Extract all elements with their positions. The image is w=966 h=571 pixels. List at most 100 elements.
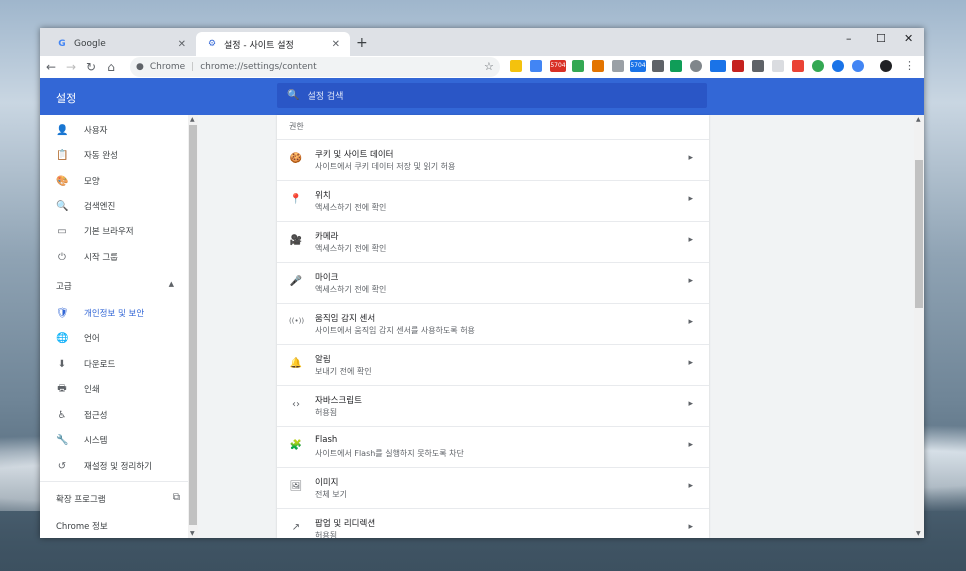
permission-row-popups[interactable]: ↗ 팝업 및 리디렉션 허용됨 ▸	[277, 508, 709, 538]
sidebar-advanced-toggle[interactable]: 고급 ▲	[56, 280, 174, 292]
home-button[interactable]: ⌂	[102, 60, 120, 74]
main-scrollbar[interactable]: ▲ ▼	[914, 115, 924, 538]
chrome-menu-icon[interactable]: ⋮	[904, 59, 915, 72]
url-text: chrome://settings/content	[200, 62, 317, 72]
sidebar-item-label: 다운로드	[84, 360, 116, 370]
row-subtitle: 보내기 전에 확인	[315, 367, 372, 376]
scroll-up-arrow-icon[interactable]: ▲	[916, 116, 921, 123]
sidebar-item-privacy[interactable]: 🛡 개인정보 및 보안	[40, 302, 188, 324]
sidebar-item-label: 자동 완성	[84, 151, 118, 161]
sidebar-item-printing[interactable]: 🖶 인쇄	[40, 378, 188, 400]
row-title: 마이크	[315, 273, 339, 283]
popup-icon: ↗	[291, 522, 301, 533]
permission-row-notifications[interactable]: 🔔 알림 보내기 전에 확인 ▸	[277, 344, 709, 385]
sidebar-extensions-link[interactable]: 확장 프로그램 ⧉	[56, 492, 180, 505]
person-icon: 👤	[56, 124, 69, 136]
sidebar-item-default-browser[interactable]: ▭ 기본 브라우저	[40, 220, 188, 242]
extension-edit-icon[interactable]	[752, 60, 764, 72]
extension-notes-icon[interactable]	[510, 60, 522, 72]
camera-icon: 🎥	[289, 235, 303, 246]
sidebar-item-autofill[interactable]: 📋 자동 완성	[40, 144, 188, 166]
extension-translate-icon[interactable]	[530, 60, 542, 72]
permission-row-location[interactable]: 📍 위치 액세스하기 전에 확인 ▸	[277, 180, 709, 221]
permission-row-motion-sensors[interactable]: ((•)) 움직임 감지 센서 사이트에서 움직임 감지 센서를 사용하도록 허…	[277, 303, 709, 344]
close-window-button[interactable]: ✕	[904, 32, 913, 45]
extension-gmail-icon[interactable]: 5704	[550, 60, 566, 72]
power-icon: ⏻	[58, 251, 66, 263]
sidebar-item-people[interactable]: 👤 사용자	[40, 119, 188, 141]
address-bar[interactable]: ● Chrome | chrome://settings/content	[130, 57, 500, 77]
sidebar-item-label: 재설정 및 정리하기	[84, 462, 152, 472]
omnibox-separator: |	[191, 62, 195, 72]
extension-green-icon[interactable]	[572, 60, 584, 72]
close-tab-icon[interactable]: ✕	[332, 39, 340, 50]
row-subtitle: 사이트에서 Flash를 실행하지 못하도록 차단	[315, 449, 464, 458]
tab-google[interactable]: G Google ✕	[46, 32, 196, 56]
permission-row-images[interactable]: 🖼 이미지 전체 보기 ▸	[277, 467, 709, 508]
back-button[interactable]: ←	[42, 60, 60, 74]
search-icon: 🔍	[287, 90, 300, 101]
permission-row-flash[interactable]: 🧩 Flash 사이트에서 Flash를 실행하지 못하도록 차단 ▸	[277, 426, 709, 467]
extension-cursor-icon[interactable]	[772, 60, 784, 72]
extension-circle-icon[interactable]	[690, 60, 702, 72]
sidebar-item-label: 접근성	[84, 411, 108, 421]
minimize-button[interactable]: –	[846, 32, 852, 45]
settings-search-input[interactable]: 🔍 설정 검색	[277, 83, 707, 108]
sidebar-item-label: 시작 그룹	[84, 253, 118, 263]
palette-icon: 🎨	[56, 175, 69, 187]
permission-row-cookies[interactable]: 🍪 쿠키 및 사이트 데이터 사이트에서 쿠키 데이터 저장 및 읽기 허용 ▸	[277, 139, 709, 180]
scroll-down-arrow-icon[interactable]: ▼	[190, 530, 195, 537]
sidebar-item-label: 검색엔진	[84, 202, 116, 212]
main-scroll-thumb[interactable]	[915, 160, 923, 308]
extension-red-icon[interactable]	[792, 60, 804, 72]
settings-sidebar: 👤 사용자 📋 자동 완성 🎨 모양 🔍 검색엔진 ▭ 기본 브라우저 ⏻ 시작…	[40, 115, 188, 538]
forward-button[interactable]: →	[62, 60, 80, 74]
permissions-section-label: 권한	[289, 122, 304, 131]
extension-dark-icon[interactable]	[652, 60, 664, 72]
open-in-new-icon: ⧉	[172, 492, 180, 503]
sidebar-item-appearance[interactable]: 🎨 모양	[40, 170, 188, 192]
chevron-right-icon: ▸	[688, 481, 693, 491]
site-settings-card: 권한 🍪 쿠키 및 사이트 데이터 사이트에서 쿠키 데이터 저장 및 읽기 허…	[277, 115, 709, 538]
extension-mail-count-icon[interactable]: 5704	[630, 60, 646, 72]
sidebar-scrollbar[interactable]: ▲ ▼	[188, 115, 198, 538]
extension-play-icon[interactable]	[732, 60, 744, 72]
sidebar-item-system[interactable]: 🔧 시스템	[40, 429, 188, 451]
sidebar-about-chrome[interactable]: Chrome 정보	[56, 520, 108, 532]
site-chip: Chrome	[149, 62, 186, 72]
extension-new-icon[interactable]	[710, 60, 726, 72]
row-subtitle: 사이트에서 움직임 감지 센서를 사용하도록 허용	[315, 326, 475, 335]
permission-row-microphone[interactable]: 🎤 마이크 액세스하기 전에 확인 ▸	[277, 262, 709, 303]
reload-button[interactable]: ↻	[82, 60, 100, 74]
extension-grey-icon[interactable]	[612, 60, 624, 72]
tab-settings[interactable]: ⚙ 설정 - 사이트 설정 ✕	[196, 32, 350, 56]
scroll-down-arrow-icon[interactable]: ▼	[916, 530, 921, 537]
sidebar-item-accessibility[interactable]: ♿ 접근성	[40, 404, 188, 426]
sidebar-item-label: 모양	[84, 177, 100, 187]
extension-cc-icon[interactable]	[852, 60, 864, 72]
search-placeholder: 설정 검색	[307, 92, 344, 102]
bookmark-star-icon[interactable]: ☆	[484, 60, 494, 73]
cookie-icon: 🍪	[289, 153, 303, 164]
sidebar-item-search-engine[interactable]: 🔍 검색엔진	[40, 195, 188, 217]
permission-row-camera[interactable]: 🎥 카메라 액세스하기 전에 확인 ▸	[277, 221, 709, 262]
extension-orange-icon[interactable]	[592, 60, 604, 72]
scroll-up-arrow-icon[interactable]: ▲	[190, 116, 195, 123]
new-tab-button[interactable]: +	[356, 35, 368, 51]
extension-evernote-icon[interactable]	[670, 60, 682, 72]
sidebar-item-downloads[interactable]: ⬇ 다운로드	[40, 353, 188, 375]
extension-green-circle-icon[interactable]	[812, 60, 824, 72]
profile-avatar[interactable]	[880, 60, 892, 72]
sidebar-item-on-startup[interactable]: ⏻ 시작 그룹	[40, 246, 188, 268]
sidebar-item-reset[interactable]: ↺ 재설정 및 정리하기	[40, 455, 188, 477]
sidebar-item-languages[interactable]: 🌐 언어	[40, 327, 188, 349]
globe-icon: 🌐	[56, 332, 69, 344]
permission-row-javascript[interactable]: ‹› 자바스크립트 허용됨 ▸	[277, 385, 709, 426]
extension-blue-circle-icon[interactable]	[832, 60, 844, 72]
maximize-button[interactable]: ☐	[876, 32, 886, 45]
chevron-right-icon: ▸	[688, 194, 693, 204]
close-tab-icon[interactable]: ✕	[178, 39, 186, 50]
browser-icon: ▭	[57, 225, 67, 237]
row-title: 팝업 및 리디렉션	[315, 519, 376, 529]
sidebar-scroll-thumb[interactable]	[189, 125, 197, 525]
